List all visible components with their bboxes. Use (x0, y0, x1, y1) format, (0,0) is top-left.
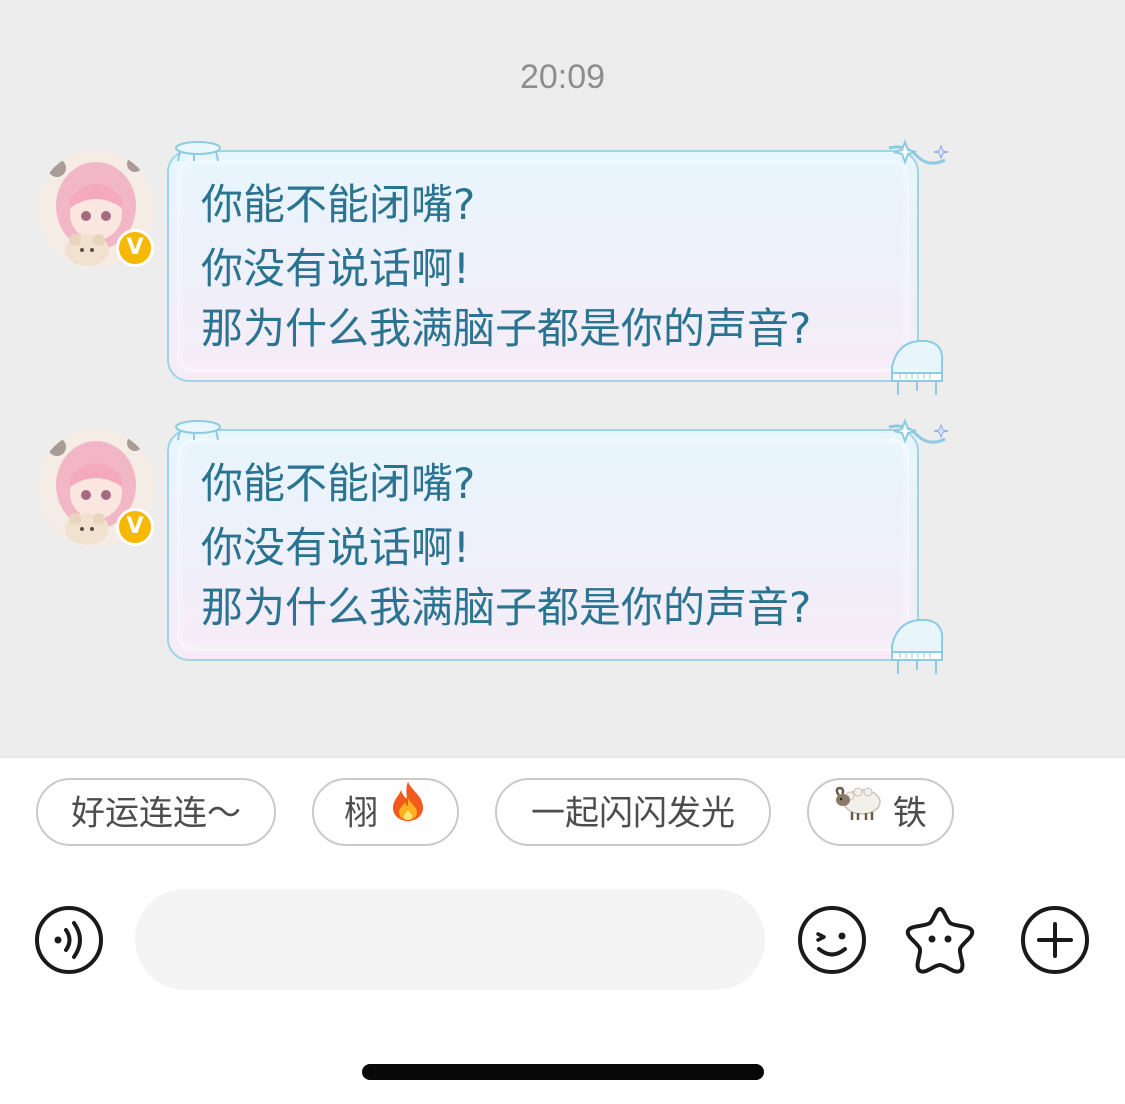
message-text-line: 那为什么我满脑子都是你的声音? (201, 304, 812, 353)
quick-reply-chip[interactable]: 好运连连～ (36, 778, 276, 846)
chip-label: 铁 (892, 793, 927, 834)
message-text-line: 你能不能闭嘴? (201, 459, 476, 508)
more-button[interactable] (1020, 905, 1090, 975)
voice-button[interactable] (34, 905, 104, 975)
chat-area: 20:09 V 你能不能闭嘴? 你没有说话啊! 那为什么我满脑子都是你的声音? … (0, 0, 1125, 757)
message-text-line: 你能不能闭嘴? (201, 180, 476, 229)
fire-emoji-icon (389, 779, 427, 843)
halo-decoration-icon (172, 139, 224, 169)
message-row: V 你能不能闭嘴? 你没有说话啊! 那为什么我满脑子都是你的声音? (0, 418, 1125, 689)
sticker-button[interactable] (904, 905, 975, 975)
sheep-emoji-icon (834, 779, 882, 843)
message-row: V 你能不能闭嘴? 你没有说话啊! 那为什么我满脑子都是你的声音? (0, 139, 1125, 410)
star-face-icon (905, 907, 975, 974)
smiley-icon (798, 906, 866, 974)
home-indicator[interactable] (362, 1064, 764, 1080)
halo-decoration-icon (172, 418, 224, 448)
sparkle-ribbon-icon (885, 138, 951, 186)
plus-icon (1021, 906, 1089, 974)
quick-reply-chip[interactable]: 栩 (312, 778, 459, 846)
voice-icon (35, 906, 103, 974)
timestamp: 20:09 (519, 58, 606, 96)
emoji-button[interactable] (797, 905, 867, 975)
message-input[interactable] (135, 889, 765, 990)
quick-reply-chip[interactable]: 铁 (807, 778, 954, 846)
message-text-line: 你没有说话啊! (201, 244, 470, 293)
chip-label: 一起闪闪发光 (531, 793, 735, 834)
message-text-line: 那为什么我满脑子都是你的声音? (201, 583, 812, 632)
quick-reply-chip[interactable]: 一起闪闪发光 (495, 778, 771, 846)
chip-label: 好运连连～ (71, 793, 241, 834)
message-bubble[interactable]: 你能不能闭嘴? 你没有说话啊! 那为什么我满脑子都是你的声音? (167, 429, 919, 661)
verified-badge: V (116, 508, 154, 546)
message-text-line: 你没有说话啊! (201, 523, 470, 572)
divider (0, 757, 1125, 758)
chip-label: 栩 (344, 793, 379, 834)
piano-decoration-icon (884, 333, 950, 403)
sparkle-ribbon-icon (885, 417, 951, 465)
message-bubble[interactable]: 你能不能闭嘴? 你没有说话啊! 那为什么我满脑子都是你的声音? (167, 150, 919, 382)
piano-decoration-icon (884, 612, 950, 682)
verified-badge: V (116, 229, 154, 267)
